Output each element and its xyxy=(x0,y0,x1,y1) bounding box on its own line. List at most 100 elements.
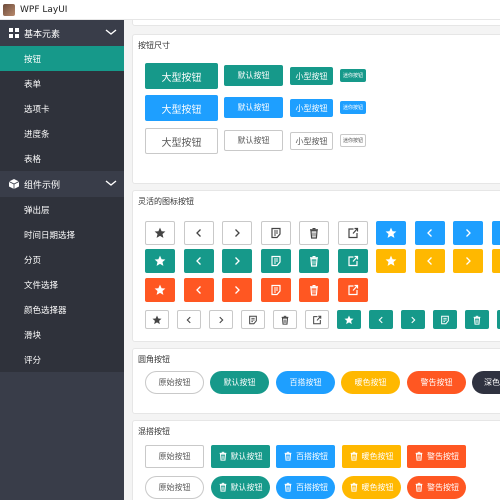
sidebar-item-slider[interactable]: 滑块 xyxy=(0,322,124,347)
right-icon xyxy=(408,315,418,325)
default-button[interactable]: 默认按钮 xyxy=(224,65,283,86)
right-icon-button[interactable] xyxy=(222,249,252,273)
default-rounded-button[interactable]: 默认按钮 xyxy=(210,371,269,394)
sidebar-item-file[interactable]: 文件选择 xyxy=(0,272,124,297)
share-icon xyxy=(347,284,359,296)
sidebar-item-button[interactable]: 按钮 xyxy=(0,46,124,71)
left-icon-button[interactable] xyxy=(183,278,214,302)
left-icon xyxy=(193,227,205,239)
default-button[interactable]: 默认按钮 xyxy=(224,130,283,151)
button-label: 百搭按钮 xyxy=(296,452,328,461)
doc-icon-button[interactable] xyxy=(260,221,291,245)
sidebar-item-form[interactable]: 表单 xyxy=(0,71,124,96)
left-icon xyxy=(376,315,386,325)
sidebar-item-pagination[interactable]: 分页 xyxy=(0,247,124,272)
left-icon-button[interactable] xyxy=(414,221,445,245)
sidebar-item-datetime[interactable]: 时间日期选择 xyxy=(0,222,124,247)
button-label: 暖色按钮 xyxy=(361,452,394,461)
mixed-yellow-button[interactable]: 暖色按钮 xyxy=(341,445,401,468)
mixed-teal-button[interactable]: 默认按钮 xyxy=(210,445,270,468)
normal-rounded-button[interactable]: 百搭按钮 xyxy=(276,371,335,394)
small-button[interactable]: 小型按钮 xyxy=(290,67,333,85)
mini-button[interactable]: 迷你按钮 xyxy=(340,101,366,114)
large-button[interactable]: 大型按钮 xyxy=(145,128,218,154)
sidebar-group-basic[interactable]: 基本元素 xyxy=(0,20,124,46)
doc-icon-button[interactable] xyxy=(260,249,291,273)
left-icon-button[interactable] xyxy=(414,249,445,273)
share-icon xyxy=(312,315,322,325)
left-icon-button[interactable] xyxy=(177,310,201,329)
trash-icon-button[interactable] xyxy=(273,310,297,329)
star-icon-button[interactable] xyxy=(145,278,175,302)
share-icon-button[interactable] xyxy=(337,221,368,245)
doc-icon xyxy=(270,227,282,239)
default-button[interactable]: 默认按钮 xyxy=(224,97,283,118)
trash-icon-button[interactable] xyxy=(299,221,329,245)
doc-icon-button[interactable] xyxy=(491,221,500,245)
share-icon xyxy=(347,227,359,239)
doc-icon-button[interactable] xyxy=(433,310,457,329)
share-icon-button[interactable] xyxy=(337,249,368,273)
right-icon-button[interactable] xyxy=(222,278,252,302)
doc-icon xyxy=(270,284,282,296)
sidebar-item-table[interactable]: 表格 xyxy=(0,146,124,171)
share-icon-button[interactable] xyxy=(305,310,329,329)
right-icon xyxy=(231,227,243,239)
left-icon-button[interactable] xyxy=(183,221,214,245)
star-icon-button[interactable] xyxy=(337,310,361,329)
mini-button[interactable]: 迷你按钮 xyxy=(340,134,366,147)
left-icon-button[interactable] xyxy=(369,310,393,329)
large-button[interactable]: 大型按钮 xyxy=(145,95,218,121)
trash-icon-button[interactable] xyxy=(465,310,489,329)
left-icon-button[interactable] xyxy=(183,249,214,273)
section-title: 按钮尺寸 xyxy=(138,41,170,50)
previous-card xyxy=(132,20,500,26)
button-label: 原始按钮 xyxy=(158,483,191,492)
sidebar-group-components[interactable]: 组件示例 xyxy=(0,171,124,197)
left-icon xyxy=(424,227,436,239)
sidebar-item-progress[interactable]: 进度条 xyxy=(0,121,124,146)
star-icon-button[interactable] xyxy=(145,221,175,245)
mixed-blue-button[interactable]: 百搭按钮 xyxy=(276,476,335,499)
right-icon-button[interactable] xyxy=(222,221,252,245)
sidebar-item-popup[interactable]: 弹出层 xyxy=(0,197,124,222)
trash-icon-button[interactable] xyxy=(299,278,329,302)
large-button[interactable]: 大型按钮 xyxy=(145,63,218,89)
sidebar-item-colorpicker[interactable]: 颜色选择器 xyxy=(0,297,124,322)
mixed-yellow-button[interactable]: 暖色按钮 xyxy=(341,476,401,499)
star-icon-button[interactable] xyxy=(376,221,406,245)
star-icon xyxy=(152,315,162,325)
right-icon-button[interactable] xyxy=(401,310,425,329)
primary-rounded-button[interactable]: 原始按钮 xyxy=(145,371,204,394)
mixed-plain-button[interactable]: 原始按钮 xyxy=(145,445,204,468)
mixed-blue-button[interactable]: 百搭按钮 xyxy=(276,445,335,468)
star-icon-button[interactable] xyxy=(145,310,169,329)
right-icon-button[interactable] xyxy=(209,310,233,329)
doc-icon-button[interactable] xyxy=(491,249,500,273)
doc-icon-button[interactable] xyxy=(260,278,291,302)
trash-icon xyxy=(414,482,424,494)
mixed-orange-button[interactable]: 警告按钮 xyxy=(407,445,466,468)
sidebar-item-rate[interactable]: 评分 xyxy=(0,347,124,372)
trash-icon-button[interactable] xyxy=(299,249,329,273)
star-icon xyxy=(154,227,166,239)
warm-rounded-button[interactable]: 暖色按钮 xyxy=(341,371,400,394)
mixed-plain-button[interactable]: 原始按钮 xyxy=(145,476,204,499)
trash-icon xyxy=(308,284,320,296)
trash-icon xyxy=(349,482,359,494)
small-button[interactable]: 小型按钮 xyxy=(290,99,333,117)
mixed-orange-button[interactable]: 警告按钮 xyxy=(407,476,466,499)
mini-button[interactable]: 迷你按钮 xyxy=(340,69,366,82)
dark-rounded-button[interactable]: 深色 xyxy=(472,371,500,394)
sidebar-item-tabs[interactable]: 选项卡 xyxy=(0,96,124,121)
right-icon-button[interactable] xyxy=(453,249,483,273)
share-icon-button[interactable] xyxy=(337,278,368,302)
right-icon-button[interactable] xyxy=(453,221,483,245)
section-title: 灵活的图标按钮 xyxy=(138,197,194,206)
doc-icon-button[interactable] xyxy=(241,310,265,329)
small-button[interactable]: 小型按钮 xyxy=(290,132,333,150)
star-icon-button[interactable] xyxy=(145,249,175,273)
danger-rounded-button[interactable]: 警告按钮 xyxy=(407,371,466,394)
star-icon-button[interactable] xyxy=(376,249,406,273)
mixed-teal-button[interactable]: 默认按钮 xyxy=(210,476,270,499)
